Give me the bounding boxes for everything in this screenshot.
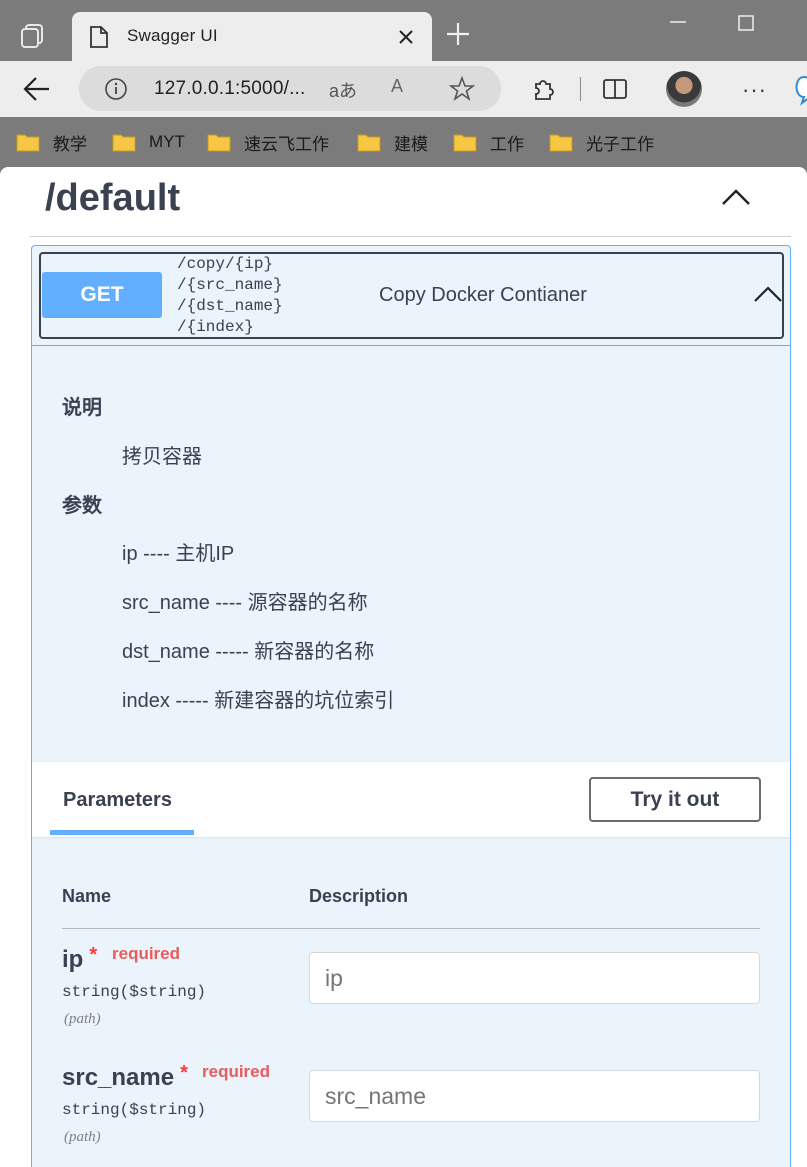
src-name-input[interactable] (309, 1070, 760, 1122)
minimize-icon[interactable] (668, 14, 688, 30)
param-type: string($string) (62, 1101, 207, 1119)
read-aloud-icon[interactable]: A (391, 76, 403, 97)
address-bar[interactable]: 127.0.0.1:5000/... aあ A (79, 66, 501, 111)
page-icon (90, 26, 108, 48)
param-name: src_name * (62, 1062, 188, 1092)
param-name-text: ip (62, 946, 84, 973)
folder-icon (16, 134, 40, 152)
browser-toolbar: 127.0.0.1:5000/... aあ A ··· (0, 61, 807, 117)
doc-param-line: ip ---- 主机IP (122, 543, 235, 565)
folder-icon (112, 134, 136, 152)
section-title[interactable]: /default (45, 177, 180, 220)
bookmark-folder[interactable]: MYT (112, 130, 185, 154)
favorite-star-icon[interactable] (449, 76, 475, 102)
bookmark-folder[interactable]: 工作 (453, 130, 524, 154)
operation-block: GET /copy/{ip} /{src_name} /{dst_name} /… (31, 245, 791, 1167)
chevron-up-icon[interactable] (720, 186, 752, 208)
bookmark-label: 速云飞工作 (244, 134, 329, 154)
ip-input[interactable] (309, 952, 760, 1004)
info-icon[interactable] (104, 77, 128, 101)
browser-tab-active[interactable]: Swagger UI (72, 12, 432, 61)
tab-title: Swagger UI (127, 26, 218, 45)
url-text[interactable]: 127.0.0.1:5000/... (154, 78, 306, 100)
bookmark-label: 工作 (490, 134, 524, 154)
back-arrow-icon[interactable] (22, 75, 52, 103)
tab-parameters[interactable]: Parameters (63, 789, 172, 812)
bookmark-label: MYT (149, 132, 185, 151)
operation-path: /copy/{ip} /{src_name} /{dst_name} /{ind… (177, 254, 283, 338)
close-icon[interactable] (396, 27, 416, 47)
parameters-header: Parameters Try it out (32, 762, 790, 837)
toolbar-separator (580, 77, 581, 101)
swagger-page: /default GET /copy/{ip} /{src_name} /{ds… (0, 167, 807, 1167)
folder-icon (207, 134, 231, 152)
doc-heading-params: 参数 (62, 495, 102, 517)
bookmarks-bar: 教学 MYT 速云飞工作 建模 工作 光子工作 (0, 117, 807, 165)
required-label: required (202, 1062, 271, 1081)
path-segment: /{src_name} (177, 276, 283, 294)
param-location: (path) (64, 1011, 101, 1027)
path-segment: /{index} (177, 318, 254, 336)
operation-summary[interactable]: GET /copy/{ip} /{src_name} /{dst_name} /… (39, 252, 784, 339)
chevron-up-icon[interactable] (753, 284, 783, 304)
more-menu-icon[interactable]: ··· (742, 77, 767, 103)
param-name-text: src_name (62, 1064, 175, 1091)
folder-icon (453, 134, 477, 152)
copilot-icon[interactable] (792, 69, 807, 109)
param-location: (path) (64, 1129, 101, 1145)
profile-avatar[interactable] (666, 71, 702, 107)
folder-icon (357, 134, 381, 152)
bookmark-label: 建模 (394, 134, 428, 154)
column-header-description: Description (309, 886, 409, 906)
doc-param-line: src_name ---- 源容器的名称 (122, 592, 368, 614)
doc-param-line: index ----- 新建容器的坑位索引 (122, 690, 395, 712)
doc-param-line: dst_name ----- 新容器的名称 (122, 641, 375, 663)
bookmark-folder[interactable]: 建模 (357, 130, 428, 154)
required-star: * (180, 1062, 188, 1084)
required-label: required (112, 944, 181, 963)
doc-description-text: 拷贝容器 (122, 446, 202, 468)
extensions-icon[interactable] (530, 75, 558, 103)
path-segment: /{dst_name} (177, 297, 283, 315)
immersive-reader-icon[interactable]: aあ (329, 77, 357, 103)
bookmark-folder[interactable]: 速云飞工作 (207, 130, 329, 154)
path-segment: /copy/{ip} (177, 255, 274, 273)
folder-icon (549, 134, 573, 152)
bookmark-label: 教学 (53, 134, 87, 154)
operation-summary-text: Copy Docker Contianer (379, 284, 587, 306)
tab-actions-icon[interactable] (17, 20, 49, 52)
required-star: * (89, 944, 98, 966)
param-name: ip * (62, 944, 98, 974)
column-header-name: Name (62, 886, 112, 906)
new-tab-icon[interactable] (444, 20, 472, 48)
bookmark-label: 光子工作 (586, 134, 654, 154)
operation-divider (32, 345, 790, 346)
try-it-out-button[interactable]: Try it out (589, 777, 761, 822)
table-header-rule (62, 928, 760, 929)
method-badge: GET (42, 272, 162, 318)
maximize-icon[interactable] (737, 14, 755, 32)
tab-bar: Swagger UI (0, 0, 807, 61)
split-screen-icon[interactable] (602, 76, 628, 102)
bookmark-folder[interactable]: 光子工作 (549, 130, 654, 154)
bookmark-folder[interactable]: 教学 (16, 130, 87, 154)
active-tab-indicator (50, 830, 194, 835)
doc-heading-description: 说明 (62, 397, 102, 419)
section-divider (30, 236, 791, 237)
param-type: string($string) (62, 983, 207, 1001)
